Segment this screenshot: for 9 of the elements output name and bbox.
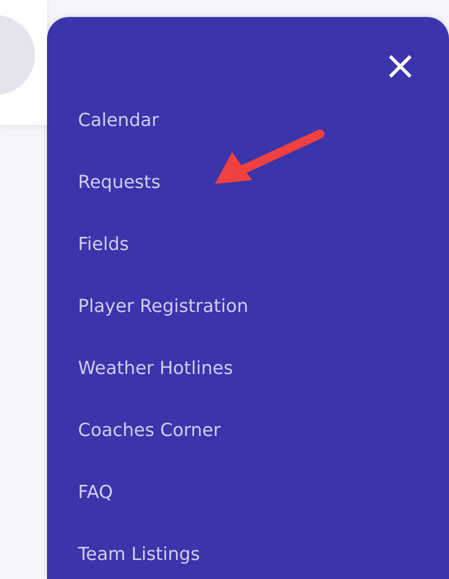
close-button[interactable]: × — [381, 45, 419, 87]
menu-item[interactable]: FAQ — [78, 481, 113, 505]
menu-item[interactable]: Player Registration — [78, 295, 248, 319]
menu-item[interactable]: Coaches Corner — [78, 419, 221, 443]
menu-item[interactable]: Fields — [78, 233, 129, 257]
menu-item[interactable]: Weather Hotlines — [78, 357, 233, 381]
menu-item[interactable]: Requests — [78, 171, 160, 195]
menu-item[interactable]: Calendar — [78, 109, 159, 133]
menu-item[interactable]: Team Listings — [78, 543, 200, 567]
